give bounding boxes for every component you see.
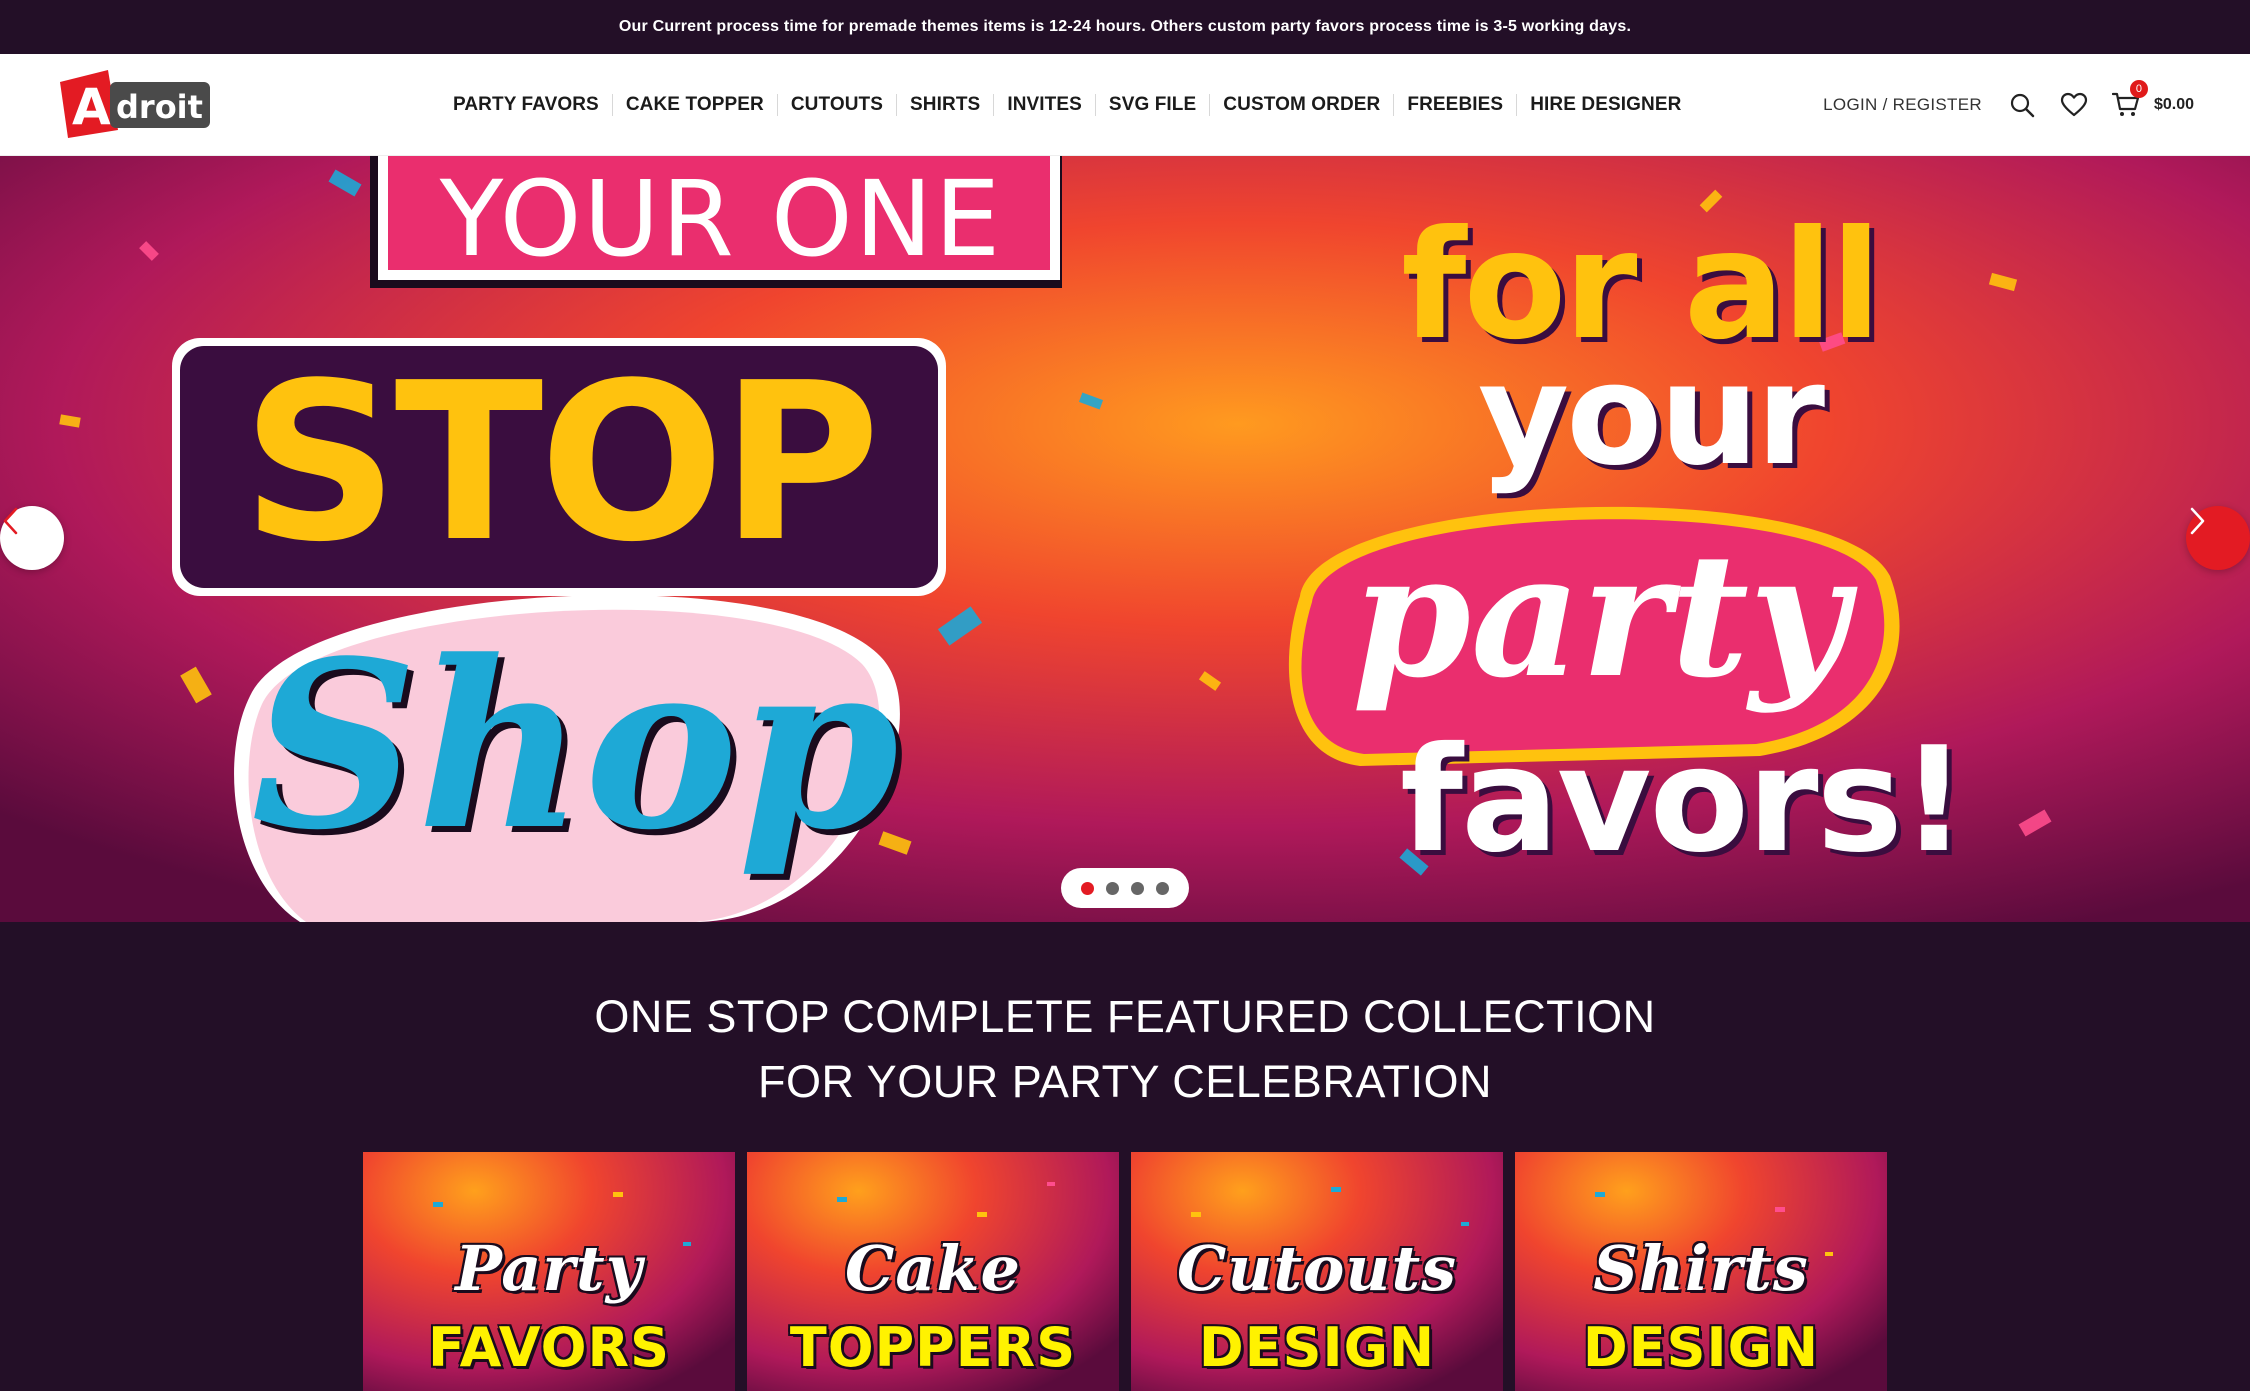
featured-heading-line1: ONE STOP COMPLETE FEATURED COLLECTION bbox=[594, 991, 1656, 1042]
card-subtitle: FAVORS bbox=[427, 1316, 671, 1379]
nav-hire-designer[interactable]: HIRE DESIGNER bbox=[1517, 94, 1694, 116]
hero-line-favors: favors! bbox=[1400, 716, 1967, 885]
category-card-shirts-design[interactable]: Shirts DESIGN bbox=[1515, 1152, 1887, 1391]
category-card-cake-toppers[interactable]: Cake TOPPERS bbox=[747, 1152, 1119, 1391]
slider-pagination bbox=[1061, 868, 1189, 908]
cart-button[interactable]: 0 $0.00 bbox=[2111, 80, 2194, 118]
nav-cutouts[interactable]: CUTOUTS bbox=[778, 94, 896, 116]
nav-party-favors[interactable]: PARTY FAVORS bbox=[440, 94, 612, 116]
card-subtitle: DESIGN bbox=[1582, 1316, 1820, 1379]
slider-dot-2[interactable] bbox=[1106, 881, 1119, 895]
nav-custom-order[interactable]: CUSTOM ORDER bbox=[1210, 94, 1393, 116]
card-title: Cutouts bbox=[1176, 1232, 1458, 1305]
card-subtitle: TOPPERS bbox=[789, 1316, 1077, 1379]
nav-invites[interactable]: INVITES bbox=[994, 94, 1095, 116]
hero-line-stop: STOP bbox=[241, 337, 881, 590]
announcement-bar: Our Current process time for premade the… bbox=[0, 0, 2250, 54]
card-title: Shirts bbox=[1593, 1232, 1809, 1305]
site-header: A droit PARTY FAVORS CAKE TOPPER CUTOUTS… bbox=[0, 54, 2250, 156]
svg-text:A: A bbox=[72, 78, 111, 136]
chevron-right-icon bbox=[2190, 507, 2205, 535]
nav-freebies[interactable]: FREEBIES bbox=[1394, 94, 1516, 116]
nav-shirts[interactable]: SHIRTS bbox=[897, 94, 993, 116]
site-logo[interactable]: A droit bbox=[56, 68, 216, 142]
category-card-party-favors[interactable]: Party FAVORS bbox=[363, 1152, 735, 1391]
card-title: Cake bbox=[845, 1232, 1021, 1305]
svg-text:droit: droit bbox=[116, 88, 203, 126]
hero-slider: YOUR ONE STOP Shop for all your party fa… bbox=[0, 156, 2250, 922]
hero-line-your-one: YOUR ONE bbox=[439, 158, 1003, 280]
cart-total: $0.00 bbox=[2153, 96, 2194, 113]
slider-prev-button[interactable] bbox=[0, 506, 64, 570]
slider-dot-3[interactable] bbox=[1131, 881, 1144, 895]
hero-line-party: party bbox=[1352, 516, 1848, 716]
slider-dot-4[interactable] bbox=[1156, 881, 1169, 895]
card-title: Party bbox=[455, 1232, 643, 1305]
card-subtitle: DESIGN bbox=[1198, 1316, 1436, 1379]
hero-line-your: your bbox=[1477, 334, 1825, 497]
category-card-cutouts-design[interactable]: Cutouts DESIGN bbox=[1131, 1152, 1503, 1391]
slider-dot-1[interactable] bbox=[1081, 881, 1094, 895]
announcement-text: Our Current process time for premade the… bbox=[618, 18, 1632, 35]
featured-heading: ONE STOP COMPLETE FEATURED COLLECTION FO… bbox=[0, 984, 2250, 1114]
nav-svg-file[interactable]: SVG FILE bbox=[1096, 94, 1209, 116]
hero-line-shop: Shop bbox=[251, 611, 899, 881]
header-actions: LOGIN / REGISTER 0 $0.00 bbox=[1823, 54, 2194, 156]
chevron-left-icon bbox=[3, 507, 18, 535]
featured-heading-line2: FOR YOUR PARTY CELEBRATION bbox=[758, 1056, 1492, 1107]
nav-cake-topper[interactable]: CAKE TOPPER bbox=[613, 94, 777, 116]
logo-image: A droit bbox=[60, 70, 210, 138]
main-nav: PARTY FAVORS CAKE TOPPER CUTOUTS SHIRTS … bbox=[440, 54, 1694, 156]
cart-count-badge: 0 bbox=[2129, 80, 2148, 98]
slider-next-button[interactable] bbox=[2186, 506, 2250, 570]
featured-cards: Party FAVORS Cake TOPPERS Cutouts DESIGN… bbox=[363, 1152, 1887, 1391]
heart-icon[interactable] bbox=[2060, 91, 2088, 119]
login-register-link[interactable]: LOGIN / REGISTER bbox=[1823, 95, 1982, 115]
search-icon[interactable] bbox=[2008, 91, 2036, 119]
